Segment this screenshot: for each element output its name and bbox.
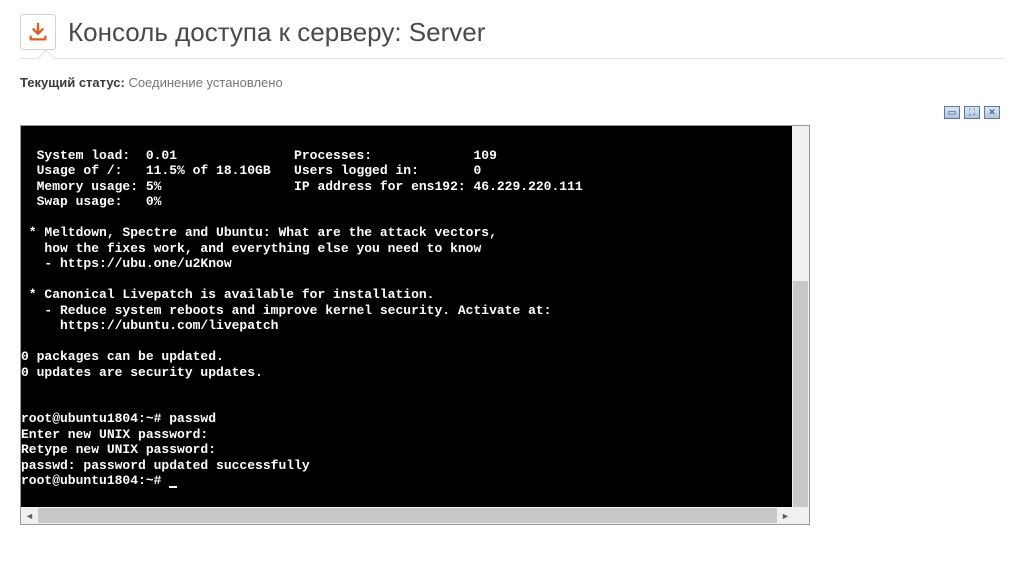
console-area: System load: 0.01 Processes: 109 Usage o… <box>0 123 1024 525</box>
status-value: Соединение установлено <box>128 75 282 90</box>
page-title: Консоль доступа к серверу: Server <box>68 17 485 48</box>
vertical-scroll-thumb[interactable] <box>793 281 808 509</box>
console-container: System load: 0.01 Processes: 109 Usage o… <box>20 125 810 525</box>
horizontal-scrollbar[interactable]: ◄ ► <box>21 507 794 524</box>
window-restore-icon[interactable]: ▭ <box>944 106 960 119</box>
download-icon <box>20 14 56 50</box>
terminal-output[interactable]: System load: 0.01 Processes: 109 Usage o… <box>21 126 794 509</box>
expand-icon[interactable]: ✕ <box>984 106 1000 119</box>
status-row: Текущий статус: Соединение установлено <box>0 59 1024 98</box>
toolbar: ▭ ⛶ ✕ <box>0 98 1024 123</box>
divider <box>0 58 1024 59</box>
status-label: Текущий статус: <box>20 75 125 90</box>
horizontal-scroll-thumb[interactable] <box>38 508 777 523</box>
header-row: Консоль доступа к серверу: Server <box>0 0 1024 58</box>
vertical-scrollbar[interactable] <box>792 126 809 509</box>
scroll-left-arrow[interactable]: ◄ <box>21 507 38 524</box>
fullscreen-icon[interactable]: ⛶ <box>964 106 980 119</box>
scrollbar-corner <box>792 507 809 524</box>
